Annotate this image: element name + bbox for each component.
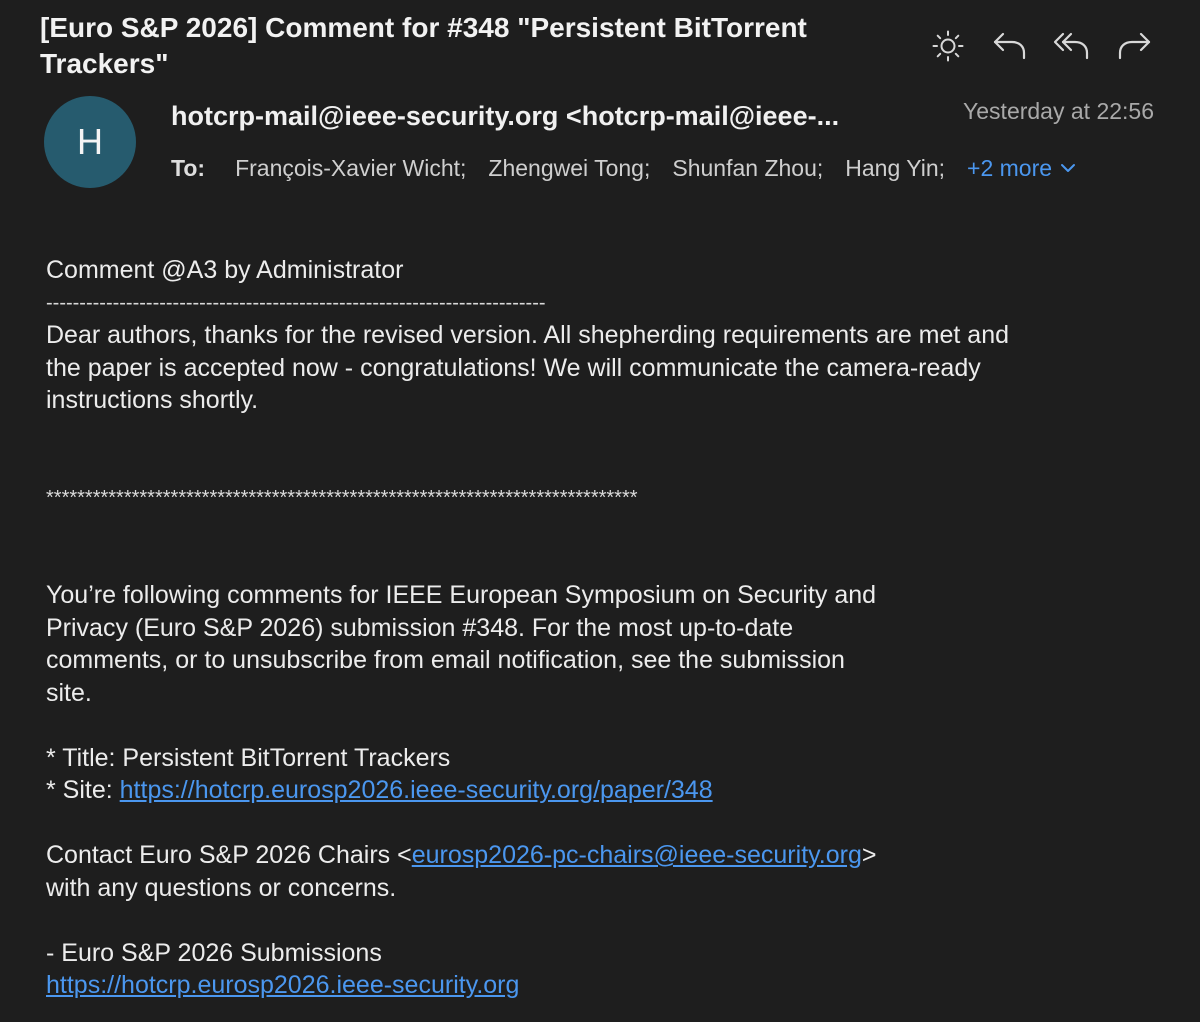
email-body: Comment @A3 by Administrator -----------… [46, 254, 1156, 1002]
contact-suffix: > [861, 841, 877, 869]
message-text: Dear authors, thanks for the revised ver… [46, 321, 1010, 349]
recipients-row: To: François-Xavier Wicht; Zhengwei Tong… [171, 150, 1076, 186]
contact-line2: with any questions or concerns. [46, 873, 397, 902]
more-recipients-toggle[interactable]: +2 more [967, 150, 1076, 186]
following-text: site. [46, 678, 92, 707]
sender-avatar: H [44, 96, 136, 188]
reply-icon [993, 32, 1026, 60]
to-label: To: [171, 155, 206, 181]
chevron-down-icon [1061, 164, 1076, 172]
brightness-icon [932, 30, 964, 62]
signature-link[interactable]: https://hotcrp.eurosp2026.ieee-security.… [46, 971, 519, 999]
star-separator: ****************************************… [46, 486, 638, 509]
comment-heading: Comment @A3 by Administrator [46, 256, 404, 284]
contact-prefix: Contact Euro S&P 2026 Chairs < [46, 841, 412, 869]
email-timestamp: Yesterday at 22:56 [963, 98, 1154, 124]
recipient[interactable]: Shunfan Zhou; [672, 150, 823, 186]
reply-all-icon [1053, 32, 1089, 60]
site-line: * Site: https://hotcrp.eurosp2026.ieee-s… [46, 774, 1156, 807]
more-recipients-label: +2 more [967, 155, 1053, 181]
dash-separator: ----------------------------------------… [46, 291, 546, 314]
site-prefix: * Site: [46, 776, 120, 804]
reply-button[interactable] [990, 26, 1030, 66]
site-link[interactable]: https://hotcrp.eurosp2026.ieee-security.… [120, 776, 713, 804]
sender-address[interactable]: hotcrp-mail@ieee-security.org <hotcrp-ma… [171, 98, 911, 134]
following-text: Privacy (Euro S&P 2026) submission #348.… [46, 613, 794, 642]
signature-url-line: https://hotcrp.eurosp2026.ieee-security.… [46, 969, 1156, 1002]
title-line: * Title: Persistent BitTorrent Trackers [46, 743, 451, 772]
signature: - Euro S&P 2026 Submissions [46, 938, 382, 967]
recipient[interactable]: Zhengwei Tong; [488, 150, 650, 186]
reply-all-button[interactable] [1052, 26, 1092, 66]
message-text: the paper is accepted now - congratulati… [46, 353, 981, 382]
forward-button[interactable] [1114, 26, 1154, 66]
email-subject: [Euro S&P 2026] Comment for #348 "Persis… [40, 12, 807, 79]
contact-email-link[interactable]: eurosp2026-pc-chairs@ieee-security.org [412, 841, 862, 869]
following-text: comments, or to unsubscribe from email n… [46, 646, 845, 674]
message-text: instructions shortly. [46, 386, 259, 414]
recipient[interactable]: Hang Yin; [845, 150, 945, 186]
following-text: You’re following comments for IEEE Europ… [46, 581, 877, 609]
brightness-button[interactable] [928, 26, 968, 66]
contact-line: Contact Euro S&P 2026 Chairs <eurosp2026… [46, 839, 1156, 872]
message-toolbar [928, 26, 1154, 66]
forward-icon [1118, 32, 1151, 60]
recipient[interactable]: François-Xavier Wicht; [235, 150, 466, 186]
